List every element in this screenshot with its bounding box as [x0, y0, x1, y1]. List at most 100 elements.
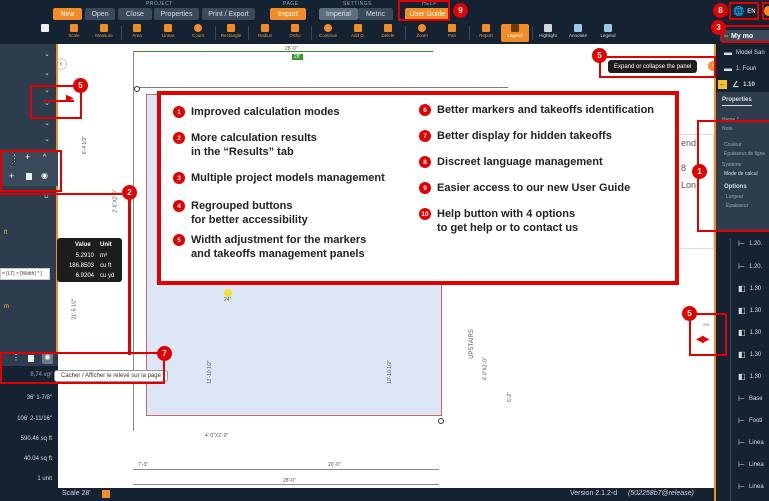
- dimension-label: 6'-2": [506, 392, 513, 402]
- tool-ortho[interactable]: Ortho: [280, 24, 310, 42]
- dimension-label: 7'-3": [138, 462, 148, 468]
- collapse-left-panel-button[interactable]: ‹: [58, 58, 67, 70]
- tool-scale[interactable]: Scale: [59, 24, 89, 42]
- result-unit: cu ft: [100, 263, 112, 269]
- tool-continue[interactable]: Continue: [313, 24, 343, 42]
- takeoff-list-item[interactable]: ⊢ 1.20.: [738, 239, 762, 248]
- formula-input[interactable]: = [LT] × [Width] * [: [0, 268, 50, 280]
- takeoff-list-item[interactable]: ⊢ Linea: [738, 460, 764, 469]
- top-dimension-line: [133, 51, 433, 52]
- dock-icon[interactable]: ⧉: [44, 194, 48, 201]
- tree-item[interactable]: ▬ Model San: [724, 48, 765, 57]
- takeoff-list-item[interactable]: ⊢ Footi: [738, 416, 762, 425]
- highlight-box-user-guide: [398, 0, 450, 21]
- feature-item: 10 Help button with 4 options to get help …: [419, 207, 578, 235]
- tool-area[interactable]: Area: [122, 24, 152, 42]
- page-icon-button[interactable]: [37, 24, 53, 42]
- takeoff-label: 1.30: [749, 373, 762, 380]
- takeoff-list-item[interactable]: ◧ 1.30: [738, 350, 761, 359]
- chevron-down-icon[interactable]: ⌄: [44, 119, 50, 127]
- feature-text: Easier access to our new User Guide: [437, 182, 631, 194]
- tool-measure[interactable]: Measure: [89, 24, 119, 42]
- import-button[interactable]: Import: [270, 8, 306, 20]
- vertex-marker[interactable]: [438, 418, 444, 424]
- legend-text: end: [681, 138, 697, 148]
- takeoff-label: 1.20.: [748, 263, 763, 270]
- properties-button[interactable]: Properties: [154, 8, 199, 20]
- takeoff-label: Linea: [748, 483, 764, 490]
- takeoff-list-item[interactable]: ◧ 1.30: [738, 372, 761, 381]
- vertex-marker[interactable]: [134, 86, 140, 92]
- takeoff-list-item[interactable]: ⊢ Linea: [738, 482, 764, 491]
- chevron-down-icon[interactable]: ⌄: [44, 135, 50, 143]
- dimension-line: [133, 484, 439, 485]
- imperial-toggle[interactable]: Imperial: [319, 8, 358, 20]
- tool-linear[interactable]: Linear: [153, 24, 183, 42]
- annotation-badge: 7: [157, 346, 172, 361]
- toolbar-divider: [405, 26, 406, 40]
- tool-count[interactable]: Count: [183, 24, 213, 42]
- page-icon: [41, 24, 49, 32]
- linear-icon: ⊢: [738, 482, 745, 491]
- takeoff-list-item[interactable]: ◧ 1.30: [738, 284, 761, 293]
- panel-resize-handle[interactable]: [730, 239, 731, 501]
- tree-item-selected[interactable]: ∠ 1.10: [732, 80, 755, 89]
- feature-text: Regrouped buttons: [191, 200, 293, 212]
- tool-pan[interactable]: Pan: [437, 24, 467, 42]
- back-arrow-icon[interactable]: ←: [718, 80, 727, 89]
- takeoff-list-item[interactable]: ◧ 1.30: [738, 328, 761, 337]
- feature-item: 6 Better markers and takeoffs identificat…: [419, 103, 654, 117]
- takeoff-list-item[interactable]: ◧ 1.30: [738, 306, 761, 315]
- tool-label: Legend: [507, 33, 523, 38]
- tool-legend-active[interactable]: Legend: [501, 24, 529, 42]
- new-button[interactable]: New: [53, 8, 82, 20]
- takeoff-label: 1.30: [749, 351, 762, 358]
- results-tooltip: Value Unit 5.2910 m³ 186.8503 cu ft 6.92…: [57, 238, 122, 282]
- linear-icon: ⊢: [738, 394, 745, 403]
- tool-label: Zoom: [416, 33, 428, 38]
- tree-item-label: 1.10: [743, 81, 755, 88]
- highlight-box-language: [729, 2, 759, 20]
- feature-text: More calculation results: [191, 132, 317, 144]
- folder-icon: ▬: [724, 64, 732, 73]
- tool-label: Delete: [381, 33, 395, 38]
- tool-annotate[interactable]: Annotate: [563, 24, 593, 42]
- print-export-button[interactable]: Print / Export: [202, 8, 255, 20]
- results-header-unit: Unit: [100, 242, 112, 248]
- takeoff-list-item[interactable]: ⊢ Linea: [738, 438, 764, 447]
- metric-toggle[interactable]: Metric: [358, 8, 393, 20]
- chevron-down-icon[interactable]: ⌄: [44, 50, 50, 58]
- tool-rectangle[interactable]: Rectangle: [216, 24, 246, 42]
- callout-connector: [0, 193, 122, 195]
- close-button[interactable]: Close: [118, 8, 152, 20]
- result-unit: cu yd: [100, 273, 115, 279]
- dimension-label: 11'-10 1/2": [206, 360, 213, 384]
- takeoff-value: 40.04 sq ft: [23, 456, 52, 462]
- tool-report[interactable]: Report: [471, 24, 501, 42]
- tool-label: Pan: [447, 33, 456, 38]
- takeoff-list-item[interactable]: ⊢ 1.20.: [738, 262, 762, 271]
- open-button[interactable]: Open: [85, 8, 115, 20]
- tab-properties[interactable]: Properties: [722, 97, 752, 106]
- tool-legend[interactable]: Legend: [593, 24, 623, 42]
- whats-new-callout: 1 Improved calculation modes 2 More calcul…: [157, 91, 679, 285]
- feature-item: 5 Width adjustment for the markers and tak…: [173, 233, 366, 261]
- feature-number: 10: [419, 208, 431, 220]
- scale-icon[interactable]: [102, 490, 110, 498]
- upstairs-label: UPSTAIRS: [468, 329, 475, 359]
- tool-radius[interactable]: Radius: [250, 24, 280, 42]
- group-label-page: PAGE: [283, 1, 299, 7]
- unit-m[interactable]: m: [4, 304, 9, 310]
- count-marker[interactable]: [224, 289, 232, 297]
- tool-delete[interactable]: Delete: [373, 24, 403, 42]
- tool-highlight[interactable]: Highlight: [533, 24, 563, 42]
- chevron-down-icon[interactable]: ⌄: [44, 69, 50, 77]
- tool-add-opening[interactable]: Add O.: [343, 24, 373, 42]
- takeoff-list-item[interactable]: ⊢ Base: [738, 394, 763, 403]
- unit-ft[interactable]: ft: [4, 230, 7, 236]
- tool-zoom[interactable]: Zoom: [407, 24, 437, 42]
- trash-icon: [384, 24, 392, 32]
- tree-item[interactable]: ▬ 1. Foun: [724, 64, 756, 73]
- dimension-label: 24": [224, 297, 232, 303]
- hand-icon: [448, 24, 456, 32]
